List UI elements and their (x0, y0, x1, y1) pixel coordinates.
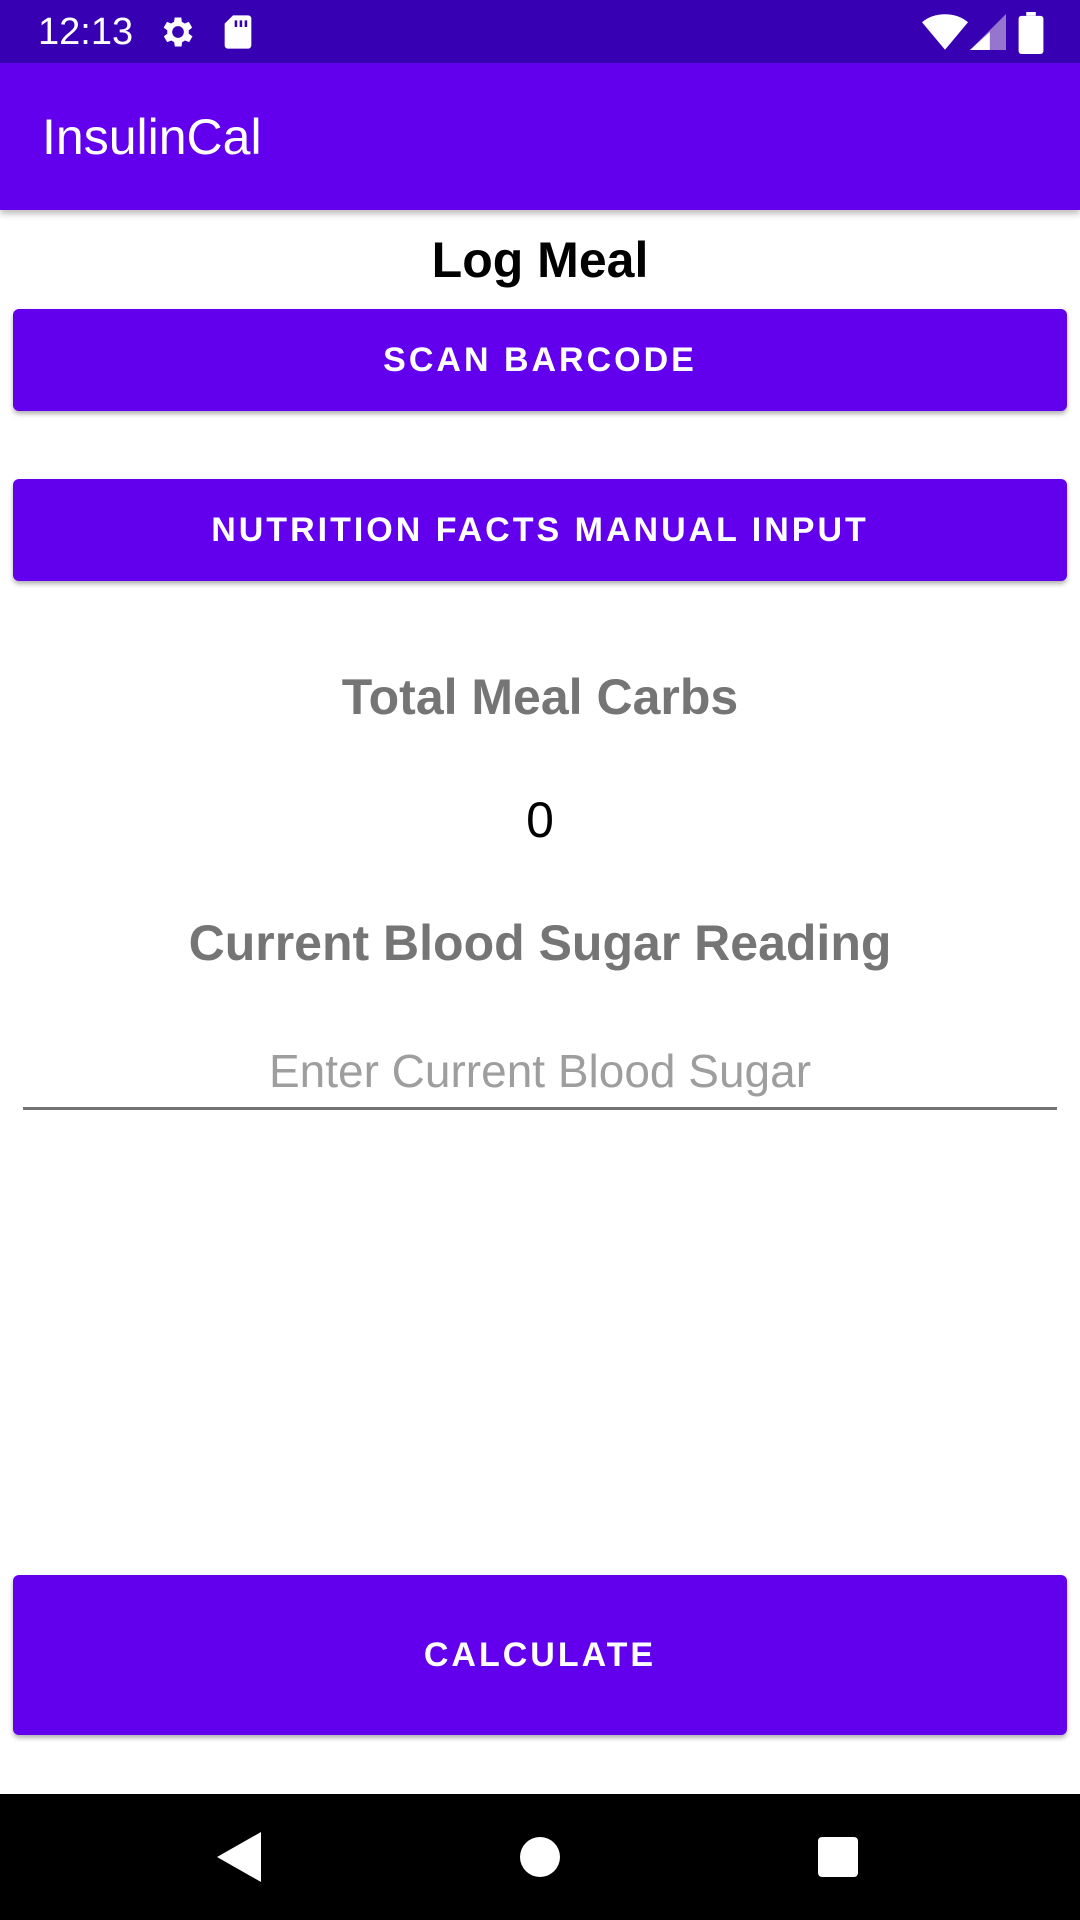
wifi-icon (922, 12, 968, 52)
blood-sugar-input[interactable] (23, 1035, 1057, 1110)
screen: 12:13 InsulinCal Log Meal SCAN BARCODE N… (0, 0, 1080, 1920)
sd-card-icon (218, 12, 258, 52)
back-icon[interactable] (204, 1822, 274, 1892)
blood-sugar-label: Current Blood Sugar Reading (188, 915, 892, 971)
calculate-button[interactable]: CALCULATE (13, 1575, 1067, 1735)
navigation-bar (0, 1794, 1080, 1920)
home-icon[interactable] (505, 1822, 575, 1892)
recents-icon[interactable] (803, 1822, 873, 1892)
total-meal-carbs-label: Total Meal Carbs (341, 669, 739, 725)
battery-icon (1018, 12, 1044, 54)
app-title: InsulinCal (42, 109, 262, 165)
app-bar: InsulinCal (0, 63, 1080, 210)
page-title: Log Meal (431, 232, 649, 288)
total-meal-carbs-value: 0 (526, 792, 554, 848)
status-time: 12:13 (38, 11, 134, 53)
status-bar: 12:13 (0, 0, 1080, 63)
signal-icon (970, 12, 1006, 52)
gear-icon (158, 12, 198, 52)
scan-barcode-button[interactable]: SCAN BARCODE (13, 309, 1067, 411)
nutrition-facts-manual-input-button[interactable]: NUTRITION FACTS MANUAL INPUT (13, 479, 1067, 581)
